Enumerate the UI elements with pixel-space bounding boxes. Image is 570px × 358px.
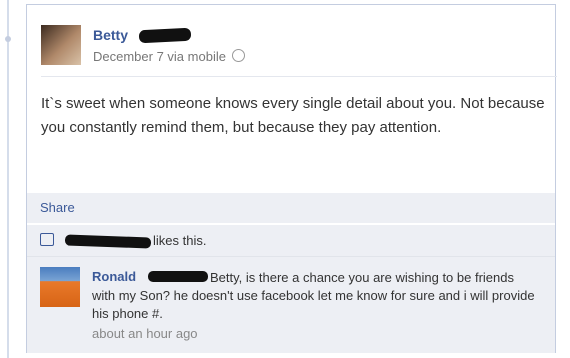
share-button[interactable]: Share	[40, 200, 75, 215]
comment-time[interactable]: about an hour ago	[92, 326, 198, 341]
like-icon	[40, 233, 54, 246]
post-card: Betty December 7 via mobile It`s sweet w…	[26, 4, 557, 353]
redaction-mark	[148, 271, 208, 282]
commenter-avatar[interactable]	[40, 267, 80, 307]
post-date[interactable]: December 7 via mobile	[93, 49, 226, 64]
author-avatar[interactable]	[41, 25, 81, 65]
post-text: It`s sweet when someone knows every sing…	[41, 95, 545, 136]
action-bar: Share	[27, 193, 555, 223]
post-meta: December 7 via mobile	[93, 49, 245, 64]
redaction-mark	[138, 27, 192, 44]
commenter-name[interactable]: Ronald	[92, 269, 136, 284]
divider	[41, 76, 557, 77]
likes-text: likes this.	[153, 233, 207, 248]
post-header: Betty December 7 via mobile	[27, 5, 555, 73]
likes-bar: likes this.	[27, 224, 555, 256]
globe-icon	[231, 49, 245, 62]
redaction-mark	[64, 234, 152, 249]
comment: Betty, is there a chance you are wishing…	[27, 256, 555, 353]
author-name[interactable]: Betty	[93, 27, 128, 43]
timeline-line	[7, 0, 9, 358]
timeline-dot	[5, 36, 11, 42]
